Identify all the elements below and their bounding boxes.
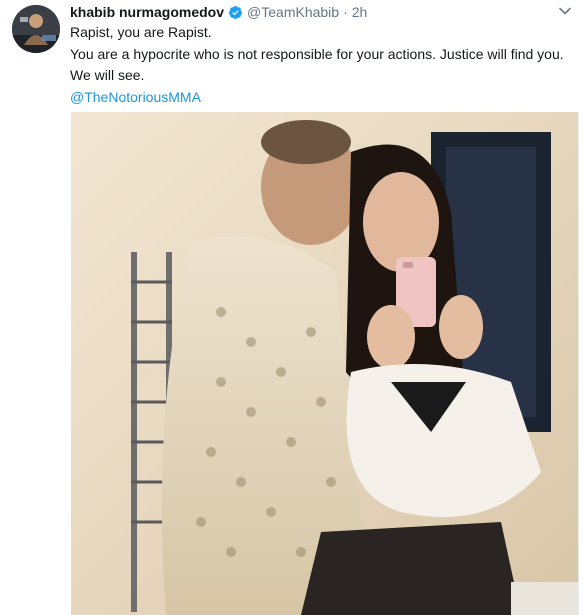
verified-badge-icon — [228, 5, 243, 20]
mention-link[interactable]: @TheNotoriousMMA — [70, 87, 575, 109]
tweet-line: Rapist, you are Rapist. — [70, 24, 212, 40]
tweet-line: You are a hypocrite who is not responsib… — [70, 45, 564, 62]
timestamp[interactable]: 2h — [352, 3, 368, 21]
separator-dot: · — [343, 4, 348, 20]
divider — [578, 112, 579, 615]
tweet-line: We will see. — [70, 67, 145, 83]
handle[interactable]: @TeamKhabib — [247, 3, 339, 21]
tweet[interactable]: khabib nurmagomedov @TeamKhabib · 2h Rap… — [0, 0, 583, 615]
chevron-down-icon[interactable] — [558, 4, 572, 18]
avatar-image — [12, 5, 60, 53]
tweet-header: khabib nurmagomedov @TeamKhabib · 2h — [70, 3, 367, 21]
avatar[interactable] — [12, 5, 60, 53]
display-name[interactable]: khabib nurmagomedov — [70, 3, 224, 21]
tweet-text: Rapist, you are Rapist. You are a hypocr… — [70, 22, 575, 108]
photo-image — [71, 112, 578, 615]
tweet-photo[interactable] — [71, 112, 578, 615]
